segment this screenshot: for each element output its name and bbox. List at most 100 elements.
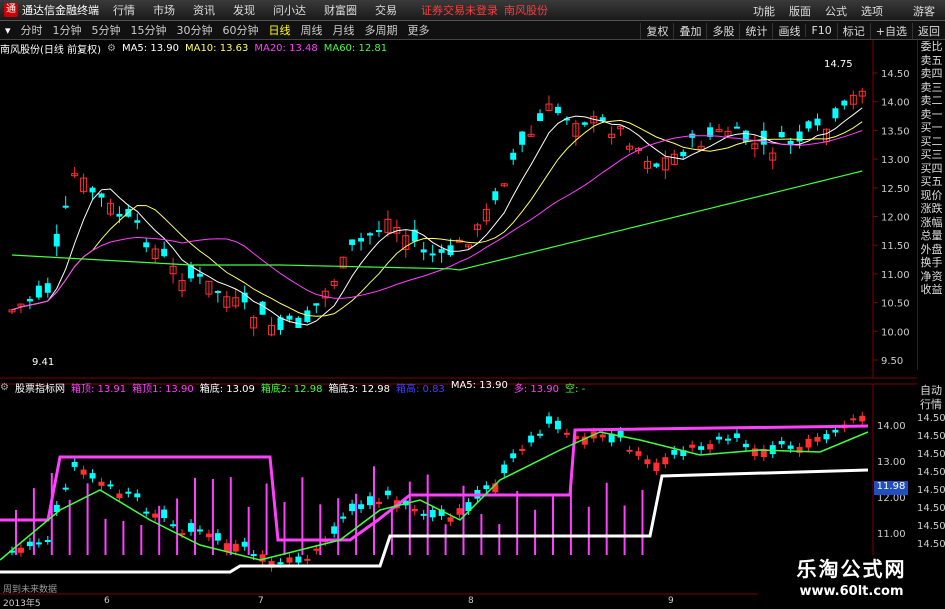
sub-candle-body [689,444,696,448]
date-tick: 2013年5 [3,599,41,609]
quote-mode-label[interactable]: 行情 [917,398,945,412]
kline-chart[interactable]: 14.50 14.00 13.50 13.00 12.50 12.00 11.50 11.00… [0,0,945,609]
sub-settings-icon[interactable]: ⚙ [0,382,9,393]
sub-candle-body [196,529,203,532]
candle-body [143,242,150,248]
sub-candle-body [537,433,544,436]
sub-candle-body [635,451,642,456]
quote-field-label: 净资 [920,269,943,283]
candle-body [420,249,427,253]
sub-candle-body [98,481,105,486]
sub-candle-body [304,558,311,561]
quote-field-label: 买四 [920,161,943,175]
candle-body [653,163,660,167]
sub-candle-body [429,510,436,518]
sub-candle-body [742,443,749,448]
sub-candle-body [152,513,159,518]
candle-body [519,131,526,145]
quote-mode-label[interactable]: 自动 [917,384,945,398]
candle-body [35,285,42,298]
price-tick: 10.50 [881,299,910,310]
sub-candle-body [26,541,33,547]
sub-candle-body [787,445,794,449]
future-data-hint: 周到未来数据 [3,585,58,595]
price-tick: 10.00 [881,327,910,338]
candle-body [161,248,168,257]
candle-body [358,238,365,242]
candle-body [537,113,544,121]
sub-candle-body [116,493,123,499]
sub-legend-item: 箱底2: 12.98 [260,383,323,395]
sub-candle-body [349,503,356,512]
candle-body [680,151,687,157]
price-tick: 11.50 [881,241,910,252]
sub-candle-body [447,517,454,522]
price-tick: 13.00 [881,155,910,166]
sub-legend-item: 空: - [565,383,586,395]
sub-candle-body [89,473,96,479]
sub-candle-body [519,448,526,451]
sub-candle-body [653,462,660,472]
current-price-tag: 11.98 [874,481,908,495]
ma-line [11,130,863,311]
candle-body [89,187,96,193]
sub-legend-item: 箱顶: 13.91 [70,383,127,395]
sub-candle-body [832,429,839,433]
sub-candle-body [733,433,740,438]
watermark-title: 乐淘公式网 [796,557,907,581]
sub-candle-body [188,523,194,532]
ma-line [11,119,863,317]
sub-candle-body [80,469,87,475]
sub-candle-body [232,543,239,552]
date-tick: 7 [258,596,264,606]
sub-candle-body [62,487,69,490]
sub-candle-body [358,504,365,509]
sub-candle-body [528,435,535,443]
sub-candle-body [241,541,248,547]
sub-candle-body [331,526,338,534]
sub-candle-body [850,418,857,421]
candle-body [116,213,123,217]
candle-body [313,303,320,306]
sub-candle-body [125,491,132,494]
price-tick: 12.00 [881,213,910,224]
sub-candle-body [250,554,257,557]
sub-candle-body [411,508,418,512]
quote-field-label: 换手 [920,256,943,269]
sub-candle-body [170,524,177,527]
quote-field-label: 卖二 [920,94,943,107]
quote-field-label: 委比 [920,40,943,53]
quote-field-label: 买三 [920,148,943,161]
quote-field-label: 现价 [920,188,943,202]
sub-legend-item: 多: 13.90 [513,383,560,395]
quote-field-label: 卖一 [920,107,943,121]
candle-body [259,301,266,315]
candle-body [429,253,436,256]
candle-body [796,131,803,142]
sub-candle-body [340,516,347,519]
price-tick: 9.50 [881,356,903,367]
sub-right-tick: 14.50 [917,503,945,514]
sub-candle-body [134,493,141,498]
candle-body [581,122,588,125]
sub-candle-body [546,416,552,424]
candle-body [554,106,561,114]
price-tick: 14.50 [881,69,910,80]
quote-field-label: 买一 [920,121,943,134]
price-tick: 11.00 [881,270,910,281]
sub-right-tick: 14.50 [917,521,945,532]
sub-candle-body [823,434,830,440]
sub-candle-body [725,438,731,441]
sub-candle-body [554,420,561,430]
sub-candle-body [456,508,463,515]
sub-candle-body [698,446,705,450]
candle-body [832,108,839,119]
candle-body [841,100,848,106]
sub-candle-body [375,501,382,505]
quote-field-label: 涨跌 [920,202,943,215]
candle-body [286,315,293,320]
sub-candle-body [17,547,24,553]
box-bottom-line [0,468,869,574]
sub-candle-body [563,432,570,435]
candle-body [53,233,60,247]
